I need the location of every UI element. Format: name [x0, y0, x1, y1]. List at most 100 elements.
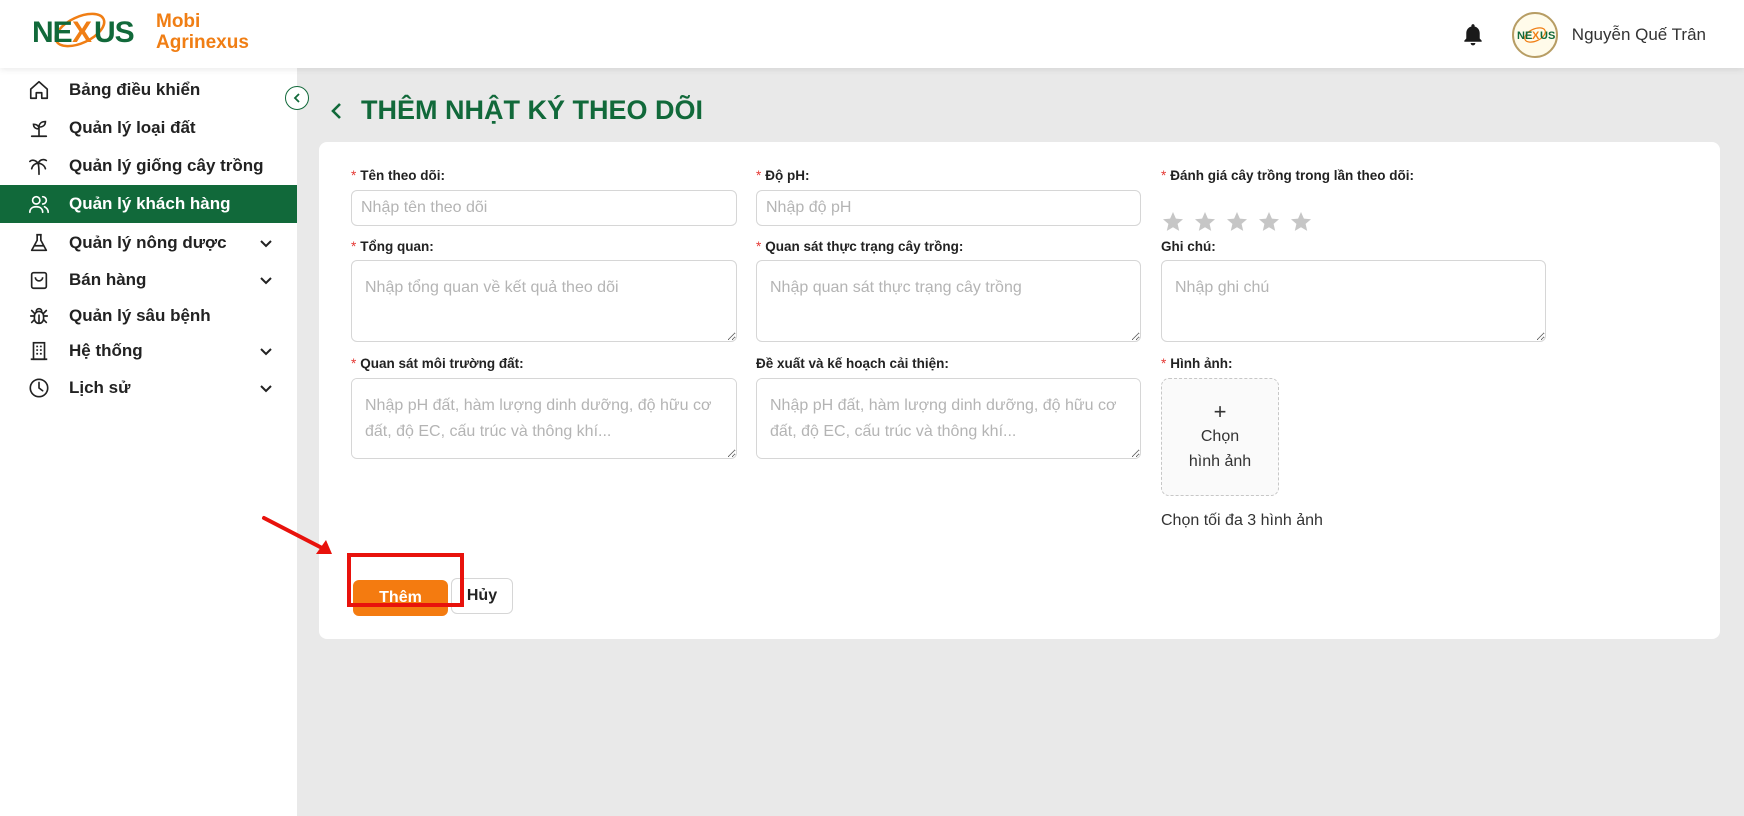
star-2-icon[interactable]: [1193, 210, 1217, 234]
sidebar-item-label: Quản lý sâu bệnh: [69, 306, 211, 325]
chevron-down-icon: [260, 348, 272, 356]
overview-label: * Tổng quan:: [351, 239, 434, 254]
crop-status-label: * Quan sát thực trạng cây trồng:: [756, 239, 963, 254]
palm-tree-icon: [27, 154, 51, 178]
svg-text:X: X: [72, 16, 92, 49]
sidebar-item-label: Bảng điều khiển: [69, 80, 201, 99]
rating-label: * Đánh giá cây trồng trong lần theo dõi:: [1161, 168, 1414, 183]
clock-icon: [27, 376, 51, 400]
bug-icon: [27, 304, 51, 328]
required-mark: *: [351, 239, 357, 254]
images-label-text: Hình ảnh:: [1170, 356, 1233, 371]
notes-label-text: Ghi chú:: [1161, 239, 1216, 254]
sidebar-item-label: Quản lý loại đất: [69, 118, 196, 137]
tracking-name-input[interactable]: [351, 190, 737, 226]
form-card: *Tên theo dõi: *Độ pH: *Đánh giá cây trồ…: [319, 142, 1720, 639]
upload-label-line2: hình ảnh: [1188, 453, 1252, 470]
star-3-icon[interactable]: [1225, 210, 1249, 234]
sidebar-item-sales[interactable]: Bán hàng: [0, 261, 297, 299]
sidebar-item-label: Quản lý khách hàng: [69, 194, 231, 213]
nexus-logo-icon: NE X US: [32, 12, 135, 49]
user-name[interactable]: Nguyễn Quế Trân: [1572, 25, 1706, 45]
ph-label-text: Độ pH:: [765, 168, 810, 183]
brand-name: Mobi Agrinexus: [156, 11, 249, 53]
ph-input[interactable]: [756, 190, 1141, 226]
annotation-arrow-icon: [262, 516, 332, 554]
submit-button[interactable]: Thêm: [353, 580, 448, 616]
sidebar-item-pests[interactable]: Quản lý sâu bệnh: [0, 297, 297, 335]
soil-environment-textarea[interactable]: [351, 378, 737, 459]
main-content: THÊM NHẬT KÝ THEO DÕI *Tên theo dõi: *Độ…: [297, 68, 1744, 816]
sidebar-item-label: Bán hàng: [69, 270, 147, 289]
avatar-logo-icon: NE X US: [1517, 27, 1555, 43]
page-title: THÊM NHẬT KÝ THEO DÕI: [327, 95, 703, 126]
required-mark: *: [756, 239, 762, 254]
building-icon: [27, 339, 51, 363]
user-avatar[interactable]: NE X US: [1511, 12, 1558, 58]
name-label-text: Tên theo dõi:: [360, 168, 446, 183]
required-mark: *: [756, 168, 762, 183]
sidebar-item-system[interactable]: Hệ thống: [0, 332, 297, 370]
sidebar-item-crop-varieties[interactable]: Quản lý giống cây trồng: [0, 147, 297, 185]
star-4-icon[interactable]: [1257, 210, 1281, 234]
flask-icon: [27, 231, 51, 255]
crop-rating-stars: [1161, 210, 1321, 234]
users-icon: [27, 192, 51, 216]
soil-env-label-text: Quan sát môi trường đất:: [360, 356, 524, 371]
crop-status-label-text: Quan sát thực trạng cây trồng:: [765, 239, 964, 254]
sidebar-item-dashboard[interactable]: Bảng điều khiển: [0, 71, 297, 109]
star-5-icon[interactable]: [1289, 210, 1313, 234]
home-icon: [27, 78, 51, 102]
sidebar-item-history[interactable]: Lịch sử: [0, 369, 297, 407]
svg-text:NE: NE: [1517, 30, 1532, 42]
required-mark: *: [351, 356, 357, 371]
cancel-button[interactable]: Hủy: [451, 578, 513, 614]
improvement-plan-textarea[interactable]: [756, 378, 1141, 459]
overview-textarea[interactable]: [351, 260, 737, 342]
top-header: NE X US Mobi Agrinexus NE X US Nguyễn Qu…: [0, 0, 1744, 68]
ph-label: * Độ pH:: [756, 168, 810, 183]
images-label: * Hình ảnh:: [1161, 356, 1233, 371]
chevron-down-icon: [260, 240, 272, 248]
sidebar-item-label: Quản lý nông dược: [69, 233, 227, 252]
plus-icon: +: [1213, 399, 1227, 424]
crop-status-textarea[interactable]: [756, 260, 1141, 342]
sidebar-item-pesticides[interactable]: Quản lý nông dược: [0, 224, 297, 262]
sidebar-item-label: Hệ thống: [69, 341, 143, 360]
notification-bell-icon[interactable]: [1460, 22, 1486, 48]
required-mark: *: [1161, 168, 1167, 183]
improvement-label-text: Đề xuất và kế hoạch cải thiện:: [756, 356, 949, 371]
svg-text:US: US: [94, 16, 134, 49]
upload-label-line1: Chọn: [1200, 428, 1240, 445]
star-1-icon[interactable]: [1161, 210, 1185, 234]
brand-name-line2: Agrinexus: [156, 32, 249, 53]
page-title-text: THÊM NHẬT KÝ THEO DÕI: [361, 95, 703, 125]
sidebar: Bảng điều khiển Quản lý loại đất Quản lý…: [0, 68, 297, 816]
header-user-area: NE X US Nguyễn Quế Trân: [1460, 8, 1706, 62]
svg-text:US: US: [1540, 30, 1555, 42]
brand-logo[interactable]: NE X US Mobi Agrinexus: [32, 4, 249, 60]
sprout-icon: [27, 116, 51, 140]
upload-hint: Chọn tối đa 3 hình ảnh: [1161, 512, 1323, 529]
svg-text:NE: NE: [32, 16, 72, 49]
notes-textarea[interactable]: [1161, 260, 1546, 342]
sidebar-item-label: Quản lý giống cây trồng: [69, 156, 264, 175]
brand-name-line1: Mobi: [156, 11, 201, 32]
back-chevron-icon[interactable]: [327, 101, 347, 121]
improvement-label: Đề xuất và kế hoạch cải thiện:: [756, 356, 949, 371]
rating-label-text: Đánh giá cây trồng trong lần theo dõi:: [1170, 168, 1415, 183]
required-mark: *: [351, 168, 357, 183]
chevron-down-icon: [260, 277, 272, 285]
svg-text:X: X: [1532, 30, 1540, 42]
sidebar-item-label: Lịch sử: [69, 378, 131, 397]
image-upload-button[interactable]: + Chọn hình ảnh: [1161, 378, 1279, 496]
shopping-bag-icon: [27, 268, 51, 292]
name-label: * Tên theo dõi:: [351, 168, 445, 183]
chevron-down-icon: [260, 385, 272, 393]
sidebar-item-soil-types[interactable]: Quản lý loại đất: [0, 109, 297, 147]
sidebar-item-customers[interactable]: Quản lý khách hàng: [0, 185, 297, 223]
chevron-left-icon: [293, 93, 300, 103]
notes-label: Ghi chú:: [1161, 239, 1216, 254]
collapse-sidebar-button[interactable]: [285, 86, 309, 110]
overview-label-text: Tổng quan:: [360, 239, 434, 254]
